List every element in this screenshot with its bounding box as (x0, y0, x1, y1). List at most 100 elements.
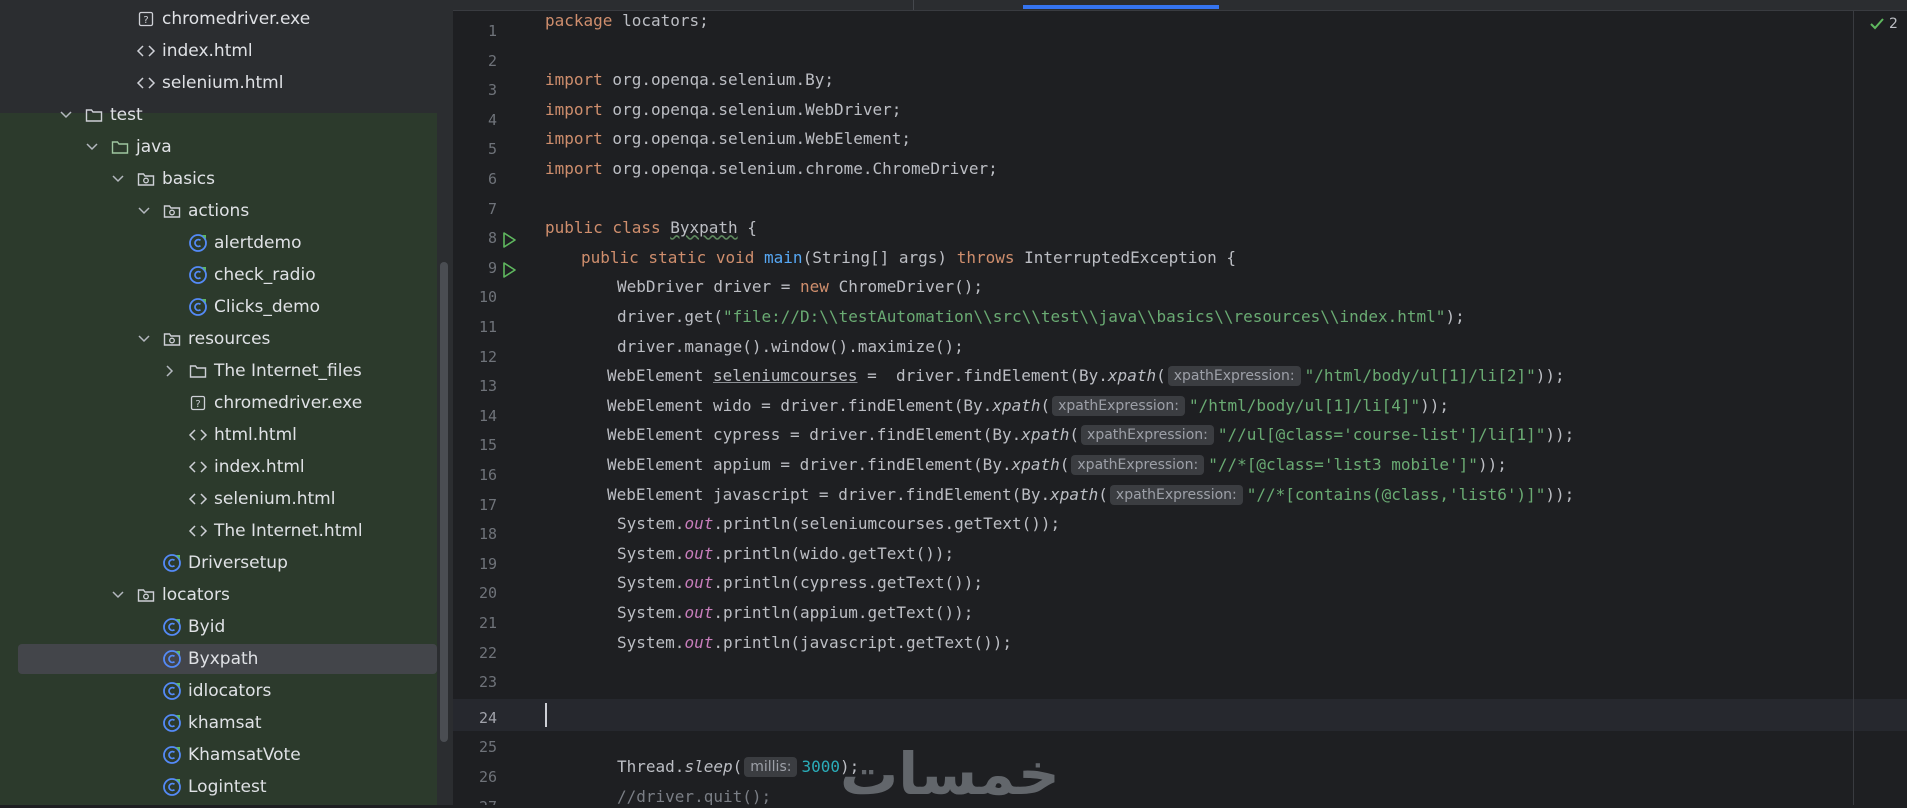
tree-item-alertdemo[interactable]: alertdemo (0, 227, 437, 259)
inspection-widget[interactable]: 2 (1869, 16, 1898, 32)
tree-item-idlocators[interactable]: idlocators (0, 675, 437, 707)
tree-item-label: The Internet_files (214, 361, 362, 381)
tree-item-test[interactable]: test (0, 99, 437, 131)
tree-item-the-internet-html[interactable]: The Internet.html (0, 515, 437, 547)
tree-item-khamsatvote[interactable]: KhamsatVote (0, 739, 437, 771)
parameter-hint: millis: (744, 757, 798, 777)
project-tree-scrollbar[interactable] (440, 262, 448, 742)
tree-item-check-radio[interactable]: check_radio (0, 259, 437, 291)
line-number[interactable]: 2 (453, 52, 497, 70)
editor-gutter[interactable]: 1 2 3 4 5 6 7 8 9 10 11 12 13 14 15 16 17 18 19 20 21 22 23 24 2… (453, 10, 543, 805)
tree-item-basics[interactable]: basics (0, 163, 437, 195)
tree-item-label: resources (188, 329, 271, 349)
run-gutter-icon[interactable] (500, 231, 518, 249)
line-number[interactable]: 11 (453, 318, 497, 336)
tree-item-label: java (136, 137, 172, 157)
line-number[interactable]: 16 (453, 466, 497, 484)
code-line-19: System.out.println(wido.getText()); (617, 543, 955, 563)
line-number[interactable]: 12 (453, 348, 497, 366)
line-number[interactable]: 6 (453, 170, 497, 188)
chevron-down-icon[interactable] (58, 107, 74, 123)
line-number[interactable]: 9 (453, 259, 497, 277)
tree-item-label: index.html (162, 41, 253, 61)
tree-item-clicks-demo[interactable]: Clicks_demo (0, 291, 437, 323)
unknown-file-icon: ? (188, 393, 208, 413)
html-file-icon (188, 457, 208, 477)
line-number[interactable]: 20 (453, 584, 497, 602)
chevron-down-icon[interactable] (84, 139, 100, 155)
tree-item-resources[interactable]: resources (0, 323, 437, 355)
code-line-1: package locators; (545, 11, 709, 30)
active-tab-indicator[interactable] (1023, 5, 1219, 9)
tree-item-selenium-html[interactable]: selenium.html (0, 483, 437, 515)
parameter-hint: xpathExpression: (1109, 484, 1243, 505)
code-line-4: import org.openqa.selenium.WebDriver; (545, 99, 902, 119)
tree-item-khamsat[interactable]: khamsat (0, 707, 437, 739)
tree-item-the-internet-files[interactable]: The Internet_files (0, 355, 437, 387)
tree-item-label: basics (162, 169, 215, 189)
line-number[interactable]: 7 (453, 200, 497, 218)
chevron-down-icon[interactable] (110, 171, 126, 187)
tree-item-logintest[interactable]: Logintest (0, 771, 437, 803)
html-file-icon (136, 41, 156, 61)
tree-arrow-placeholder (162, 395, 178, 411)
checkmark-icon (1870, 18, 1884, 30)
project-tree-panel: ? chromedriver.exe index.html selenium.html… (0, 0, 453, 805)
tree-arrow-placeholder (110, 43, 126, 59)
tree-item-label: chromedriver.exe (214, 393, 363, 413)
line-number[interactable]: 22 (453, 644, 497, 662)
tree-item-chromedriver-exe[interactable]: ? chromedriver.exe (0, 387, 437, 419)
current-line-highlight (453, 698, 1907, 731)
tree-item-java[interactable]: java (0, 131, 437, 163)
chevron-down-icon[interactable] (136, 203, 152, 219)
tree-arrow-placeholder (162, 267, 178, 283)
package-icon (136, 169, 156, 189)
line-number[interactable]: 21 (453, 614, 497, 632)
tree-item-chromedriver-exe[interactable]: ? chromedriver.exe (0, 3, 437, 35)
line-number[interactable]: 17 (453, 496, 497, 514)
tree-item-index-html[interactable]: index.html (0, 451, 437, 483)
tree-item-locators[interactable]: locators (0, 579, 437, 611)
tree-item-label: test (110, 105, 143, 125)
tree-item-html-html[interactable]: html.html (0, 419, 437, 451)
line-number[interactable]: 14 (453, 407, 497, 425)
line-number[interactable]: 23 (453, 673, 497, 691)
line-number[interactable]: 4 (453, 111, 497, 129)
chevron-down-icon[interactable] (136, 331, 152, 347)
tree-item-actions[interactable]: actions (0, 195, 437, 227)
line-number[interactable]: 24 (453, 709, 497, 727)
folder-icon (84, 105, 104, 125)
line-number[interactable]: 1 (453, 22, 497, 40)
tree-arrow-placeholder (136, 683, 152, 699)
line-number[interactable]: 13 (453, 377, 497, 395)
code-editor[interactable]: 1 2 3 4 5 6 7 8 9 10 11 12 13 14 15 16 17 18 19 20 21 22 23 24 2… (453, 0, 1907, 805)
line-number[interactable]: 5 (453, 140, 497, 158)
code-line-9: public static void main(String[] args) t… (581, 247, 1237, 267)
tree-arrow-placeholder (110, 75, 126, 91)
tree-item-index-html[interactable]: index.html (0, 35, 437, 67)
package-icon (162, 329, 182, 349)
java-class-icon (188, 233, 208, 253)
tree-item-byid[interactable]: Byid (0, 611, 437, 643)
line-number[interactable]: 27 (453, 798, 497, 805)
tree-arrow-placeholder (162, 235, 178, 251)
line-number[interactable]: 26 (453, 768, 497, 786)
line-number[interactable]: 3 (453, 81, 497, 99)
line-number[interactable]: 18 (453, 525, 497, 543)
line-number[interactable]: 10 (453, 288, 497, 306)
tree-arrow-placeholder (162, 491, 178, 507)
line-number[interactable]: 25 (453, 738, 497, 756)
tree-item-selenium-html[interactable]: selenium.html (0, 67, 437, 99)
java-class-icon (188, 297, 208, 317)
line-number[interactable]: 15 (453, 436, 497, 454)
code-line-3: import org.openqa.selenium.By; (545, 70, 834, 90)
chevron-right-icon[interactable] (162, 363, 178, 379)
code-line-18: System.out.println(seleniumcourses.getTe… (617, 514, 1061, 534)
chevron-down-icon[interactable] (110, 587, 126, 603)
line-number[interactable]: 8 (453, 229, 497, 247)
tree-item-byxpath[interactable]: Byxpath (0, 643, 437, 675)
line-number[interactable]: 19 (453, 555, 497, 573)
tree-item-driversetup[interactable]: Driversetup (0, 547, 437, 579)
run-gutter-icon[interactable] (500, 261, 518, 279)
tree-arrow-placeholder (136, 779, 152, 795)
